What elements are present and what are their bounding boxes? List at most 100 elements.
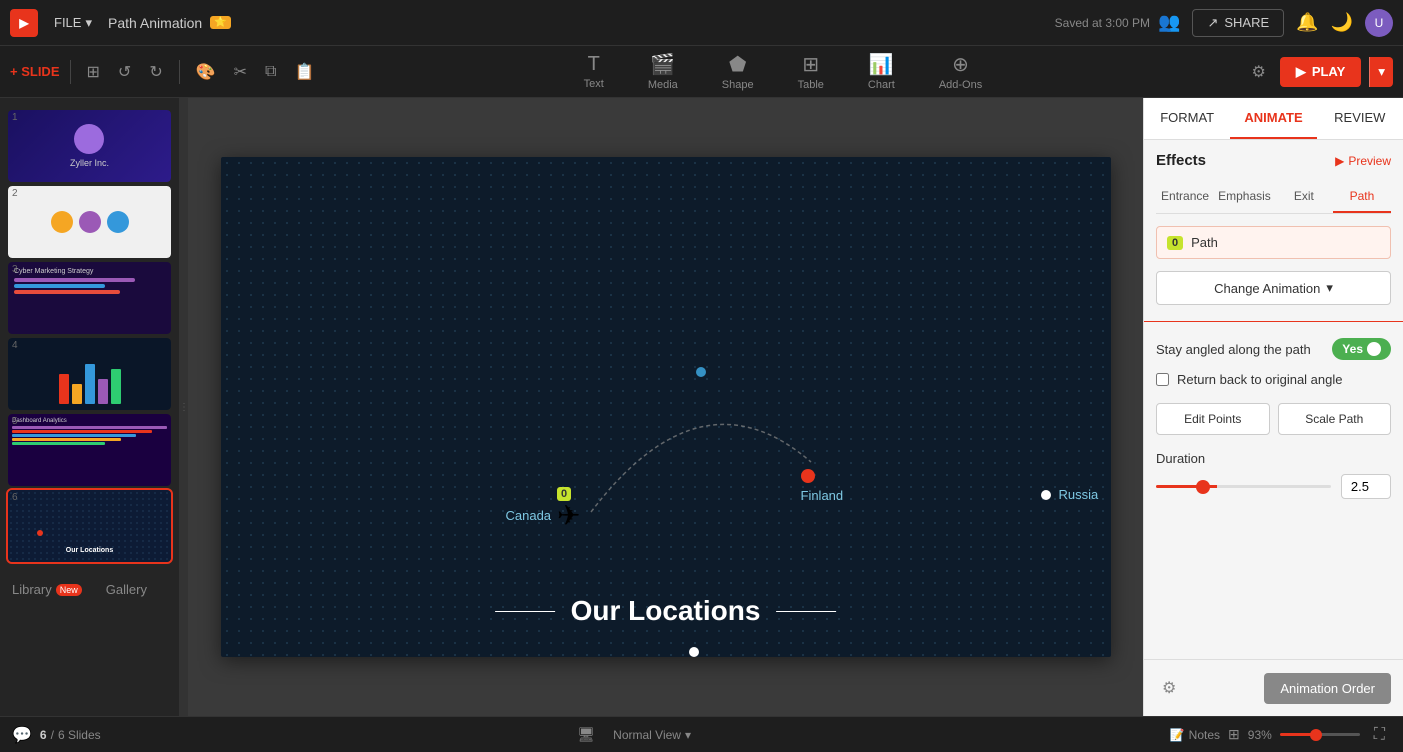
file-menu[interactable]: FILE ▾: [46, 11, 100, 35]
path-number-badge: 0: [1167, 236, 1183, 250]
toolbar-left: + SLIDE ⊞ ↺ ↻ 🎨 ✂ ⧉ 📋: [10, 56, 320, 88]
title-badge: ⭐: [210, 16, 230, 29]
addons-label: Add-Ons: [939, 79, 982, 91]
collab-icon[interactable]: 👥: [1158, 12, 1180, 33]
return-angle-checkbox[interactable]: [1156, 373, 1169, 386]
media-tool[interactable]: 🎬 Media: [638, 48, 688, 95]
top-bar-actions: 👥 ↗ SHARE 🔔 🌙 U: [1158, 9, 1393, 37]
media-label: Media: [648, 79, 678, 91]
notifications-icon[interactable]: 🔔: [1296, 12, 1318, 33]
settings-icon[interactable]: ⚙: [1156, 672, 1182, 704]
notes-button[interactable]: 📝 Notes: [1170, 728, 1220, 742]
share-icon: ↗: [1207, 15, 1218, 31]
change-animation-button[interactable]: Change Animation ▾: [1156, 271, 1391, 305]
tab-format[interactable]: FORMAT: [1144, 98, 1230, 139]
anim-type-entrance[interactable]: Entrance: [1156, 181, 1214, 213]
view-mode-button[interactable]: Normal View ▾: [605, 725, 699, 745]
stay-angled-toggle-row: Stay angled along the path Yes: [1156, 338, 1391, 360]
change-anim-label: Change Animation: [1214, 281, 1320, 296]
undo-button[interactable]: ↺: [112, 56, 137, 88]
anim-order-label: Animation Order: [1280, 681, 1375, 696]
effects-title: Effects: [1156, 152, 1206, 169]
path-name-label: Path: [1191, 235, 1380, 250]
preview-button[interactable]: ▶ Preview: [1335, 154, 1391, 168]
status-center: 🖥 Normal View ▾: [117, 720, 1154, 749]
tab-animate[interactable]: ANIMATE: [1230, 98, 1316, 139]
toggle-value-label: Yes: [1342, 342, 1363, 356]
animation-badge: 0: [557, 487, 571, 501]
tab-review[interactable]: REVIEW: [1317, 98, 1403, 139]
slide-thumb-6[interactable]: 6 Our Locations: [8, 490, 171, 562]
duration-slider[interactable]: [1156, 485, 1331, 488]
duration-input[interactable]: [1341, 474, 1391, 499]
scale-path-button[interactable]: Scale Path: [1278, 403, 1392, 435]
redo-button[interactable]: ↻: [143, 56, 168, 88]
animation-path-svg: [221, 157, 1111, 657]
settings-wheel-icon[interactable]: ⚙: [1245, 56, 1271, 88]
shape-tool[interactable]: ⬟ Shape: [712, 48, 764, 95]
anim-type-exit[interactable]: Exit: [1275, 181, 1333, 213]
return-angle-checkbox-row: Return back to original angle: [1156, 372, 1391, 387]
zoom-slider[interactable]: [1280, 733, 1360, 736]
addons-icon: ⊕: [952, 52, 969, 77]
animation-order-button[interactable]: Animation Order: [1264, 673, 1391, 704]
anim-type-path[interactable]: Path: [1333, 181, 1391, 213]
add-slide-label: + SLIDE: [10, 64, 60, 79]
chart-label: Chart: [868, 79, 895, 91]
paste-button[interactable]: 📋: [288, 56, 320, 88]
slide-thumb-3[interactable]: 3 Cyber Marketing Strategy: [8, 262, 171, 334]
user-avatar[interactable]: U: [1365, 9, 1393, 37]
slide-title-text: Our Locations: [571, 595, 761, 627]
share-button[interactable]: ↗ SHARE: [1192, 9, 1284, 37]
paint-button[interactable]: 🎨: [190, 56, 222, 88]
cut-button[interactable]: ✂: [228, 56, 253, 88]
gallery-tab[interactable]: Gallery: [94, 574, 159, 605]
monitor-icon: 🖥: [571, 720, 601, 749]
play-button[interactable]: ▶ PLAY: [1280, 57, 1361, 87]
table-icon-status: ⊞: [1228, 726, 1240, 743]
anim-type-emphasis[interactable]: Emphasis: [1214, 181, 1275, 213]
total-slides: 6 Slides: [58, 728, 101, 742]
add-slide-button[interactable]: + SLIDE: [10, 64, 60, 79]
notes-icon: 📝: [1170, 728, 1185, 742]
finland-dot: [801, 469, 815, 483]
layout-button[interactable]: ⊞: [81, 56, 106, 88]
title-line-left: [495, 611, 555, 612]
preview-play-icon: ▶: [1335, 154, 1344, 168]
fullscreen-icon[interactable]: ⛶: [1368, 720, 1391, 750]
right-panel-bottom: ⚙ Animation Order: [1144, 659, 1403, 716]
library-tab[interactable]: Library New: [0, 574, 94, 605]
finland-label: Finland: [801, 488, 844, 503]
saved-status: Saved at 3:00 PM: [1055, 16, 1150, 30]
copy-button[interactable]: ⧉: [259, 57, 282, 87]
view-label: Normal View: [613, 728, 681, 742]
file-label: FILE: [54, 15, 81, 30]
text-tool[interactable]: T Text: [574, 49, 614, 94]
table-tool[interactable]: ⊞ Table: [788, 48, 834, 95]
path-animation-item[interactable]: 0 Path: [1156, 226, 1391, 259]
return-angle-label[interactable]: Return back to original angle: [1177, 372, 1343, 387]
chart-icon: 📊: [869, 52, 894, 77]
slide-thumb-4[interactable]: 4: [8, 338, 171, 410]
play-label: PLAY: [1312, 64, 1345, 79]
edit-points-button[interactable]: Edit Points: [1156, 403, 1270, 435]
slide-title: Our Locations: [495, 595, 837, 627]
stay-angled-toggle[interactable]: Yes: [1332, 338, 1391, 360]
play-dropdown-button[interactable]: ▾: [1369, 57, 1393, 87]
play-icon: ▶: [1296, 64, 1306, 80]
comment-icon[interactable]: 💬: [12, 725, 32, 745]
slide-thumb-1[interactable]: 1 Zyller Inc.: [8, 110, 171, 182]
slide-thumb-2[interactable]: 2: [8, 186, 171, 258]
resize-handle[interactable]: ⋮: [180, 98, 188, 716]
top-bar: ▶ FILE ▾ Path Animation ⭐ Saved at 3:00 …: [0, 0, 1403, 46]
right-panel: FORMAT ANIMATE REVIEW Effects ▶ Preview …: [1143, 98, 1403, 716]
theme-icon[interactable]: 🌙: [1331, 12, 1353, 33]
slide-thumb-5[interactable]: 5 Dashboard Analytics: [8, 414, 171, 486]
russia-dot: [1041, 490, 1051, 500]
chart-tool[interactable]: 📊 Chart: [858, 48, 905, 95]
addons-tool[interactable]: ⊕ Add-Ons: [929, 48, 992, 95]
status-bar: 💬 6 / 6 Slides 🖥 Normal View ▾ 📝 Notes ⊞…: [0, 716, 1403, 752]
toolbar-right: ⚙ ▶ PLAY ▾: [1245, 56, 1393, 88]
finland-group: Finland: [801, 469, 844, 505]
status-left: 💬 6 / 6 Slides: [12, 725, 101, 745]
